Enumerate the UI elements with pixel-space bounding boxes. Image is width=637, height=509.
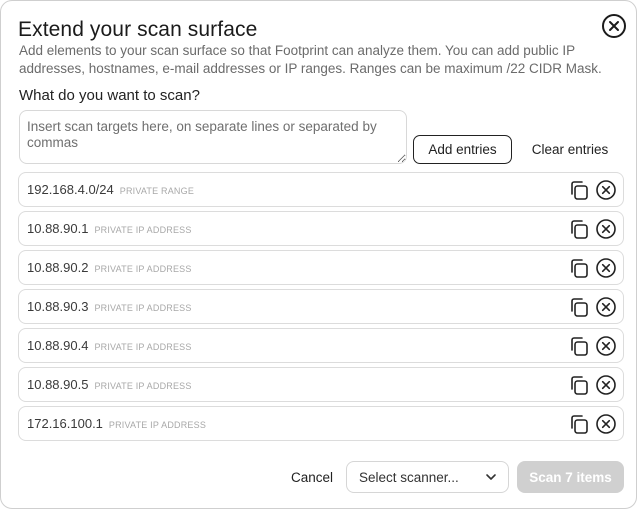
entry-address: 10.88.90.2 <box>27 260 89 275</box>
copy-icon <box>571 259 588 278</box>
dialog-title: Extend your scan surface <box>18 18 258 41</box>
close-button[interactable] <box>600 12 628 40</box>
copy-icon <box>571 298 588 317</box>
remove-entry-button[interactable] <box>595 335 617 357</box>
entry-value: 192.168.4.0/24 PRIVATE RANGE <box>27 182 194 197</box>
copy-entry-button[interactable] <box>568 413 590 435</box>
entry-address: 10.88.90.5 <box>27 377 89 392</box>
entry-address: 10.88.90.1 <box>27 221 89 236</box>
scan-entry-row: 192.168.4.0/24 PRIVATE RANGE <box>18 172 624 207</box>
copy-icon <box>571 376 588 395</box>
remove-entry-button[interactable] <box>595 218 617 240</box>
copy-icon <box>571 415 588 434</box>
cancel-button[interactable]: Cancel <box>284 462 340 492</box>
entry-value: 10.88.90.4 PRIVATE IP ADDRESS <box>27 338 192 353</box>
scan-entry-row: 172.16.100.1 PRIVATE IP ADDRESS <box>18 406 624 441</box>
entry-value: 10.88.90.2 PRIVATE IP ADDRESS <box>27 260 192 275</box>
entry-address: 10.88.90.4 <box>27 338 89 353</box>
scan-targets-input[interactable] <box>19 110 407 164</box>
scan-entry-row: 10.88.90.2 PRIVATE IP ADDRESS <box>18 250 624 285</box>
copy-entry-button[interactable] <box>568 218 590 240</box>
entry-type: PRIVATE RANGE <box>119 186 195 196</box>
dialog-description: Add elements to your scan surface so tha… <box>19 43 602 76</box>
chevron-down-icon <box>486 474 496 480</box>
scan-entries-list: 192.168.4.0/24 PRIVATE RANGE 10.88.90.1 PRI… <box>18 172 624 445</box>
copy-entry-button[interactable] <box>568 335 590 357</box>
scan-entry-row: 10.88.90.1 PRIVATE IP ADDRESS <box>18 211 624 246</box>
remove-circle-icon <box>596 258 616 278</box>
remove-circle-icon <box>596 336 616 356</box>
entry-address: 172.16.100.1 <box>27 416 103 431</box>
copy-icon <box>571 337 588 356</box>
entry-address: 192.168.4.0/24 <box>27 182 114 197</box>
entry-type: PRIVATE IP ADDRESS <box>94 264 192 274</box>
entry-type: PRIVATE IP ADDRESS <box>94 342 192 352</box>
remove-circle-icon <box>596 414 616 434</box>
scanner-select-value: Select scanner... <box>359 469 459 485</box>
extend-scan-surface-dialog: Extend your scan surface Add elements to… <box>0 0 637 509</box>
remove-entry-button[interactable] <box>595 257 617 279</box>
copy-entry-button[interactable] <box>568 257 590 279</box>
scanner-select[interactable]: Select scanner... <box>346 461 509 493</box>
entry-value: 10.88.90.1 PRIVATE IP ADDRESS <box>27 221 192 236</box>
scan-entry-row: 10.88.90.5 PRIVATE IP ADDRESS <box>18 367 624 402</box>
copy-entry-button[interactable] <box>568 374 590 396</box>
scan-entry-row: 10.88.90.4 PRIVATE IP ADDRESS <box>18 328 624 363</box>
copy-entry-button[interactable] <box>568 296 590 318</box>
remove-entry-button[interactable] <box>595 179 617 201</box>
entry-value: 10.88.90.3 PRIVATE IP ADDRESS <box>27 299 192 314</box>
copy-icon <box>571 181 588 200</box>
entry-type: PRIVATE IP ADDRESS <box>94 381 192 391</box>
scan-items-button[interactable]: Scan 7 items <box>517 461 624 493</box>
copy-entry-button[interactable] <box>568 179 590 201</box>
entry-type: PRIVATE IP ADDRESS <box>108 420 207 430</box>
entry-value: 172.16.100.1 PRIVATE IP ADDRESS <box>27 416 206 431</box>
remove-circle-icon <box>596 375 616 395</box>
remove-circle-icon <box>596 297 616 317</box>
scan-entry-row: 10.88.90.3 PRIVATE IP ADDRESS <box>18 289 624 324</box>
remove-circle-icon <box>596 219 616 239</box>
copy-icon <box>571 220 588 239</box>
close-circle-icon <box>602 14 626 38</box>
scan-question-label: What do you want to scan? <box>19 87 200 104</box>
remove-entry-button[interactable] <box>595 413 617 435</box>
entry-type: PRIVATE IP ADDRESS <box>94 225 192 235</box>
remove-circle-icon <box>596 180 616 200</box>
entry-value: 10.88.90.5 PRIVATE IP ADDRESS <box>27 377 192 392</box>
remove-entry-button[interactable] <box>595 296 617 318</box>
remove-entry-button[interactable] <box>595 374 617 396</box>
entry-type: PRIVATE IP ADDRESS <box>94 303 192 313</box>
clear-entries-button[interactable]: Clear entries <box>523 135 617 164</box>
entry-address: 10.88.90.3 <box>27 299 89 314</box>
add-entries-button[interactable]: Add entries <box>413 135 512 164</box>
